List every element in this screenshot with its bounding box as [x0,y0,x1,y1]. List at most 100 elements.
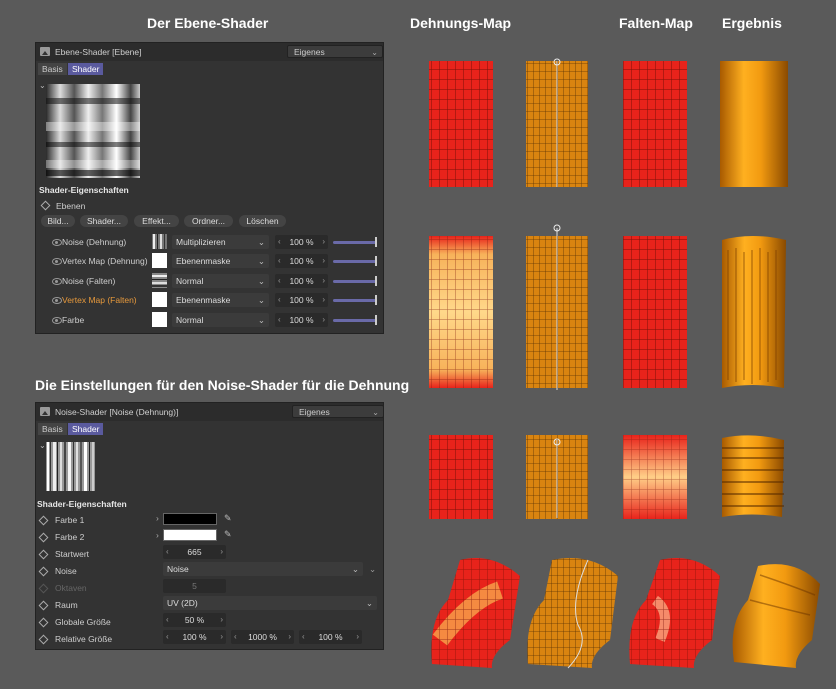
layer-row[interactable]: Farbe Normal ⌄ ‹ 100 % › [36,311,385,329]
diamond-icon[interactable] [38,549,49,560]
startwert-field[interactable]: ‹ 665 › [163,545,226,559]
diamond-icon[interactable] [38,634,49,645]
noise-type-select[interactable]: Noise ⌄ [163,562,363,576]
blend-mode-select[interactable]: Multiplizieren ⌄ [172,235,269,249]
raum-select[interactable]: UV (2D) ⌄ [163,596,377,610]
effekt-button[interactable]: Effekt... [134,215,179,227]
diamond-icon[interactable] [38,515,49,526]
increment-icon[interactable]: › [220,630,223,644]
visibility-eye-icon[interactable] [52,258,62,265]
tab-shader[interactable]: Shader [68,63,104,75]
eyedropper-icon[interactable]: ✎ [224,513,234,523]
increment-icon[interactable]: › [322,235,325,249]
layer-row[interactable]: Noise (Falten) Normal ⌄ ‹ 100 % › [36,272,385,290]
chevron-down-icon: ⌄ [257,237,265,247]
collapse-chevron-icon[interactable]: ⌄ [39,81,46,90]
opacity-slider[interactable] [333,260,376,263]
expand-chevron-icon[interactable]: › [156,530,159,540]
decrement-icon[interactable]: ‹ [278,313,281,327]
blend-mode-select[interactable]: Normal ⌄ [172,313,269,327]
diamond-icon[interactable] [38,600,49,611]
blend-mode-value: Ebenenmaske [176,256,231,266]
ebene-mode-select[interactable]: Eigenes ⌄ [287,45,383,58]
decrement-icon[interactable]: ‹ [234,630,237,644]
row1-mesh [526,58,588,187]
layer-row[interactable]: Vertex Map (Dehnung) Ebenenmaske ⌄ ‹ 100 %… [36,252,385,270]
globale-field[interactable]: ‹ 50 % › [163,613,226,627]
row2-ergebnis [722,236,786,388]
farbe2-swatch[interactable] [163,529,217,541]
opacity-field[interactable]: ‹ 100 % › [275,274,328,288]
farbe1-label: Farbe 1 [55,515,85,525]
decrement-icon[interactable]: ‹ [166,630,169,644]
layer-name: Noise (Falten) [62,276,116,286]
farbe1-swatch[interactable] [163,513,217,525]
noise-panel-titlebar: Noise-Shader [Noise (Dehnung)] Eigenes ⌄ [36,403,384,421]
opacity-slider[interactable] [333,280,376,283]
noise-mode-select[interactable]: Eigenes ⌄ [292,405,384,418]
opacity-slider[interactable] [333,299,376,302]
opacity-slider[interactable] [333,319,376,322]
increment-icon[interactable]: › [220,613,223,627]
diamond-icon[interactable] [38,566,49,577]
slider-knob[interactable] [375,295,377,305]
heading-falten-map: Falten-Map [619,15,693,31]
row4-mesh [527,558,618,669]
slider-knob[interactable] [375,237,377,247]
eyedropper-icon[interactable]: ✎ [224,529,234,539]
slider-knob[interactable] [375,256,377,266]
diamond-icon[interactable] [40,200,51,211]
opacity-field[interactable]: ‹ 100 % › [275,254,328,268]
relative-x-field[interactable]: ‹ 100 % › [163,630,226,644]
collapse-chevron-icon[interactable]: ⌄ [39,441,46,450]
relative-x-value: 100 % [182,632,207,642]
ebenen-label: Ebenen [56,201,86,211]
slider-knob[interactable] [375,276,377,286]
decrement-icon[interactable]: ‹ [278,293,281,307]
diamond-icon[interactable] [38,617,49,628]
layer-row[interactable]: Noise (Dehnung) Multiplizieren ⌄ ‹ 100 % › [36,233,385,251]
noise-preview-thumbnail [46,442,95,491]
increment-icon[interactable]: › [288,630,291,644]
opacity-field[interactable]: ‹ 100 % › [275,293,328,307]
bild-button[interactable]: Bild... [41,215,75,227]
opacity-field[interactable]: ‹ 100 % › [275,235,328,249]
loeschen-button[interactable]: Löschen [239,215,286,227]
increment-icon[interactable]: › [322,254,325,268]
decrement-icon[interactable]: ‹ [278,254,281,268]
increment-icon[interactable]: › [322,313,325,327]
decrement-icon[interactable]: ‹ [166,613,169,627]
expand-chevron-icon[interactable]: › [156,513,159,523]
visibility-eye-icon[interactable] [52,317,62,324]
increment-icon[interactable]: › [322,293,325,307]
globale-label: Globale Größe [55,617,111,627]
blend-mode-select[interactable]: Normal ⌄ [172,274,269,288]
opacity-field[interactable]: ‹ 100 % › [275,313,328,327]
decrement-icon[interactable]: ‹ [166,545,169,559]
blend-mode-select[interactable]: Ebenenmaske ⌄ [172,293,269,307]
startwert-label: Startwert [55,549,90,559]
row2-dehnung-map [429,236,493,388]
visibility-eye-icon[interactable] [52,239,62,246]
visibility-eye-icon[interactable] [52,278,62,285]
chevron-down-icon[interactable]: ⌄ [369,564,376,575]
ordner-button[interactable]: Ordner... [184,215,233,227]
increment-icon[interactable]: › [322,274,325,288]
increment-icon[interactable]: › [356,630,359,644]
decrement-icon[interactable]: ‹ [278,235,281,249]
slider-knob[interactable] [375,315,377,325]
layer-row[interactable]: Vertex Map (Falten) Ebenenmaske ⌄ ‹ 100 % › [36,291,385,309]
decrement-icon[interactable]: ‹ [278,274,281,288]
increment-icon[interactable]: › [220,545,223,559]
visibility-eye-icon[interactable] [52,297,62,304]
blend-mode-select[interactable]: Ebenenmaske ⌄ [172,254,269,268]
relative-z-field[interactable]: ‹ 100 % › [299,630,362,644]
tab-basis[interactable]: Basis [38,63,67,75]
tab-shader[interactable]: Shader [68,423,104,435]
diamond-icon[interactable] [38,532,49,543]
tab-basis[interactable]: Basis [38,423,67,435]
decrement-icon[interactable]: ‹ [302,630,305,644]
opacity-slider[interactable] [333,241,376,244]
shader-button[interactable]: Shader... [80,215,128,227]
relative-y-field[interactable]: ‹ 1000 % › [231,630,294,644]
